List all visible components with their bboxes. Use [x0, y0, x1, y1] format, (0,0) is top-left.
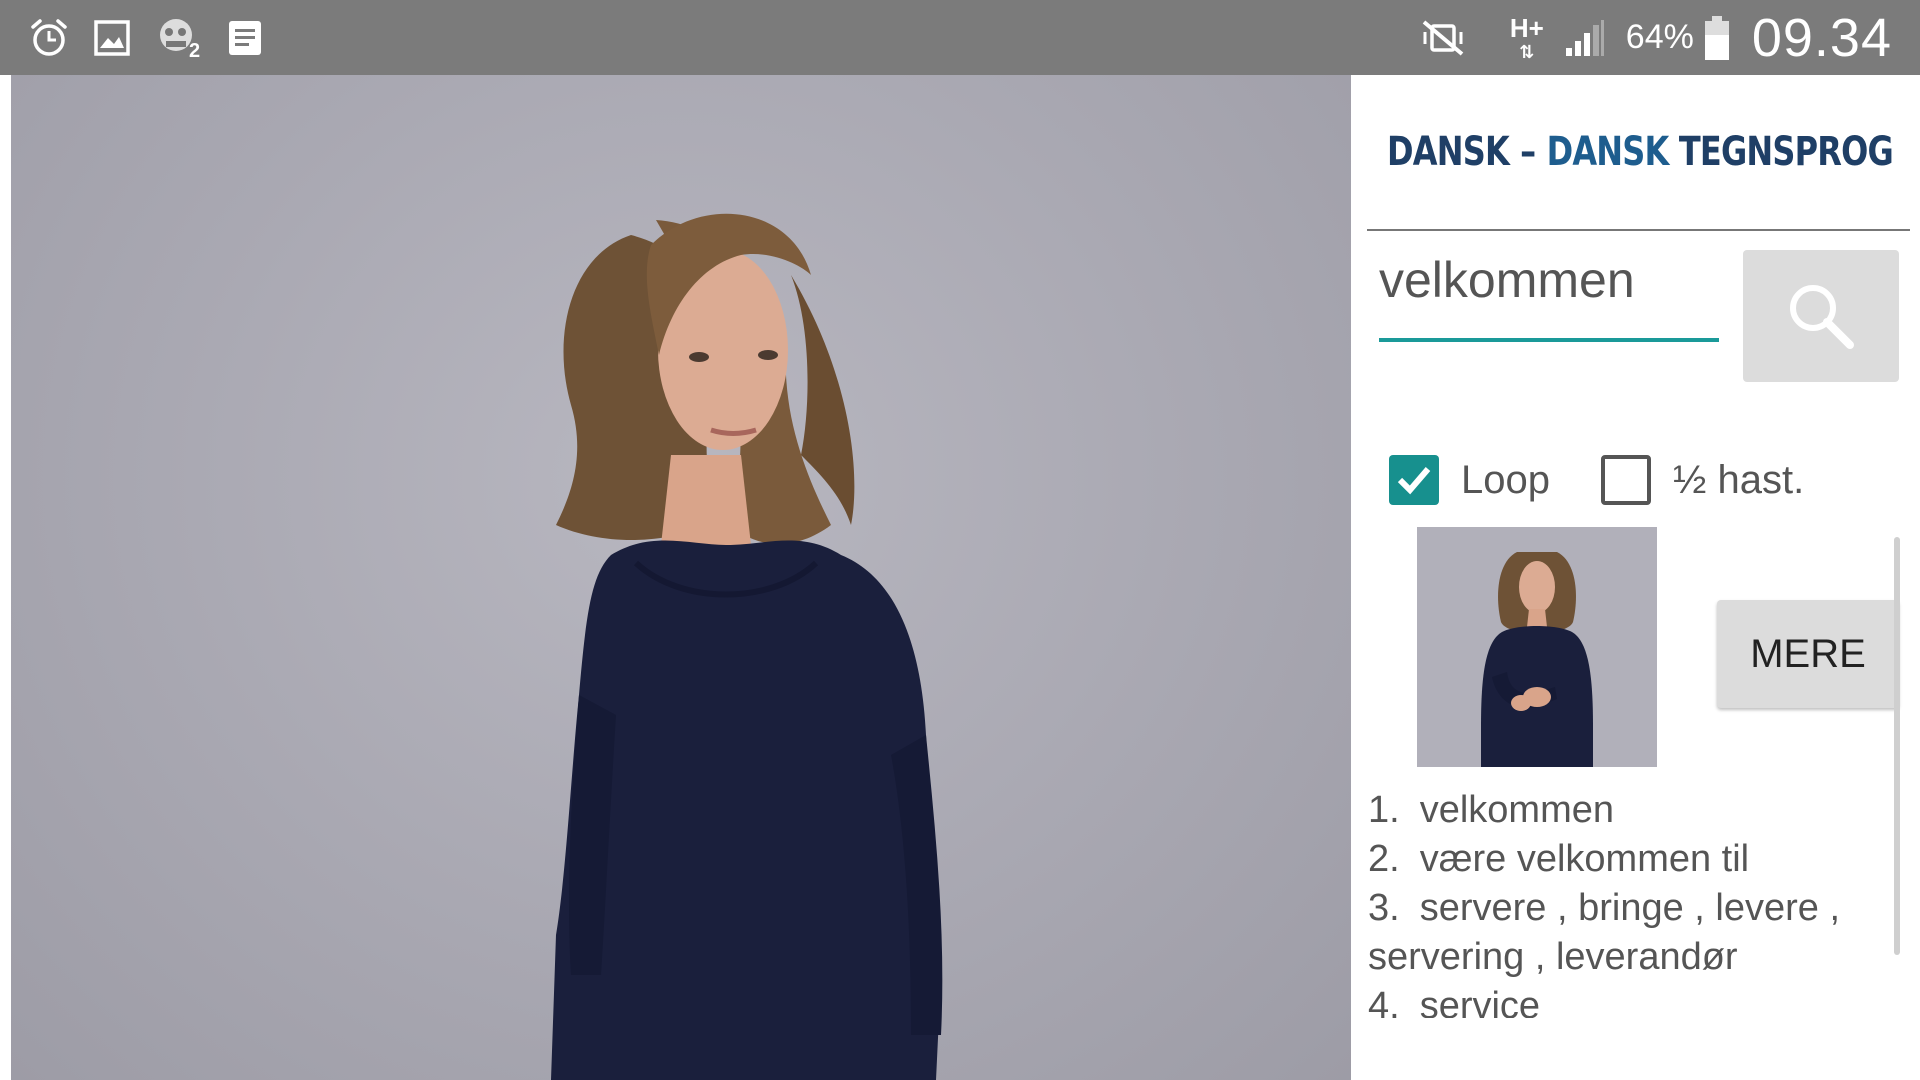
result-text: servere , bringe , levere , servering , … [1368, 887, 1841, 978]
battery-percentage: 64% [1625, 18, 1694, 56]
result-text: service [1419, 985, 1541, 1018]
loop-label: Loop [1461, 457, 1550, 502]
app-title: DANSK – DANSK TEGNSPROG [1387, 129, 1894, 175]
data-arrows-icon: ⇅ [1519, 41, 1535, 62]
notification-icons: 2 [30, 0, 262, 75]
result-number: 3. [1368, 887, 1400, 929]
result-item[interactable]: 3. servere , bringe , levere , servering … [1368, 884, 1920, 982]
thumbnail-signer-figure [1417, 527, 1657, 767]
dictionary-panel: DANSK–DANSK TEGNSPROG Loop ½ hast. [1351, 75, 1920, 1080]
app-title-part1: DANSK [1387, 129, 1510, 175]
search-input-underline [1379, 338, 1719, 342]
video-player[interactable] [0, 75, 1351, 1080]
search-field[interactable] [1379, 245, 1719, 325]
checkmark-icon [1397, 467, 1431, 495]
result-number: 1. [1368, 789, 1400, 831]
result-text: være velkommen til [1419, 838, 1750, 880]
sign-language-video[interactable] [11, 75, 1351, 1080]
result-number: 4. [1368, 985, 1400, 1018]
result-text: velkommen [1419, 789, 1614, 831]
header-divider [1367, 229, 1910, 231]
sign-thumbnail[interactable] [1417, 527, 1657, 767]
app-screen: 2 H+ ⇅ 64% 09.34 DANSK – DANSK TEGNSPROG… [0, 0, 1920, 1080]
app-title-part2: DANSK [1546, 129, 1670, 175]
half-speed-option[interactable]: ½ hast. [1601, 450, 1804, 510]
result-number: 2. [1368, 838, 1400, 880]
system-status: H+ ⇅ 64% 09.34 [1420, 0, 1892, 75]
more-button[interactable]: MERE [1717, 600, 1899, 708]
results-list: 1. velkommen 2. være velkommen til 3. serve… [1368, 786, 1920, 1018]
loop-checkbox[interactable] [1389, 455, 1439, 505]
svg-text:2: 2 [189, 40, 200, 59]
network-type-icon: H+ ⇅ [1510, 15, 1544, 61]
gallery-icon [94, 19, 130, 56]
battery-icon [1704, 15, 1729, 60]
half-speed-label: ½ hast. [1673, 457, 1805, 502]
search-button[interactable] [1743, 250, 1899, 382]
result-item[interactable]: 4. service [1368, 982, 1920, 1018]
app-title-part3: TEGNSPROG [1678, 129, 1894, 175]
loop-option[interactable]: Loop [1389, 450, 1550, 510]
game-notification-icon: 2 [160, 18, 200, 59]
half-speed-checkbox[interactable] [1601, 455, 1651, 505]
app-header: DANSK – DANSK TEGNSPROG [1369, 107, 1909, 197]
result-item[interactable]: 2. være velkommen til [1368, 835, 1920, 884]
clock: 09.34 [1751, 7, 1892, 68]
magnifier-icon [1790, 285, 1854, 349]
result-item[interactable]: 1. velkommen [1368, 786, 1920, 835]
vibrate-mute-icon [1422, 19, 1464, 56]
app-title-dash: – [1520, 129, 1536, 175]
signer-figure [551, 213, 943, 1080]
status-bar: 2 H+ ⇅ 64% 09.34 [0, 0, 1920, 75]
search-input[interactable] [1379, 245, 1719, 315]
alarm-clock-icon [31, 18, 67, 56]
network-type-label: H+ [1509, 12, 1544, 43]
note-icon [229, 20, 261, 55]
signal-strength-icon [1565, 19, 1604, 56]
